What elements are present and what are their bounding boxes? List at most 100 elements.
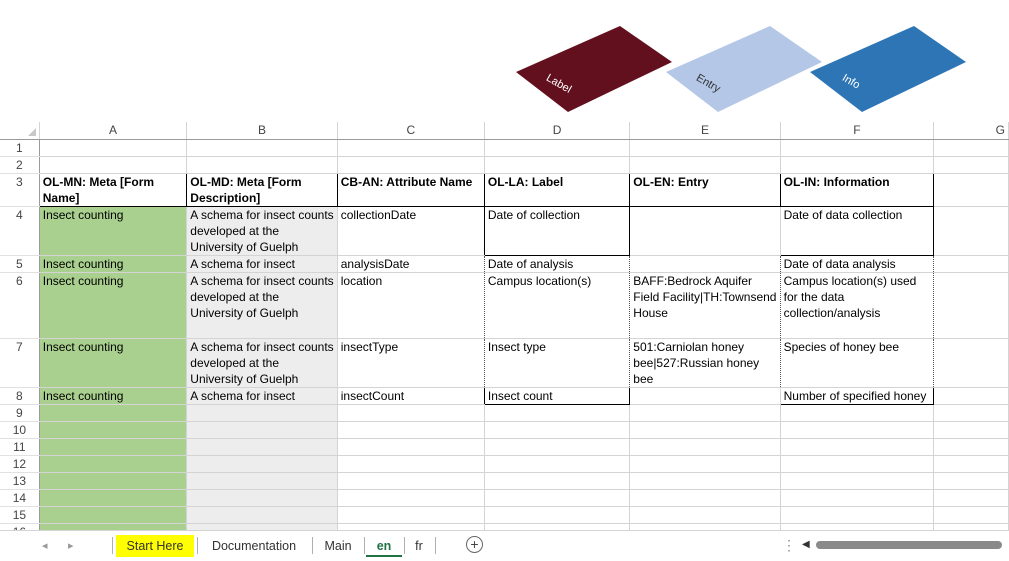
- cell-b7[interactable]: A schema for insect counts developed at …: [186, 338, 338, 388]
- row-header-7[interactable]: 7: [0, 338, 40, 388]
- cell-a5[interactable]: Insect counting: [39, 255, 188, 273]
- cell-g15[interactable]: [933, 506, 1009, 524]
- cell-a9[interactable]: [39, 404, 188, 422]
- cell-f13[interactable]: [780, 472, 935, 490]
- column-header-g[interactable]: G: [933, 122, 1009, 140]
- cell-c9[interactable]: [337, 404, 485, 422]
- cell-d6[interactable]: Campus location(s): [484, 272, 631, 339]
- cell-a3[interactable]: OL-MN: Meta [Form Name]: [38, 172, 188, 207]
- cell-a8[interactable]: Insect counting: [39, 387, 188, 405]
- cell-e9[interactable]: [629, 404, 781, 422]
- cell-d14[interactable]: [484, 489, 631, 507]
- cell-g12[interactable]: [933, 455, 1009, 473]
- cell-d8[interactable]: Insect count: [483, 386, 631, 405]
- column-header-b[interactable]: B: [186, 122, 338, 140]
- cell-g4[interactable]: [933, 206, 1009, 256]
- cell-a4[interactable]: Insect counting: [39, 206, 188, 256]
- cell-a16[interactable]: [39, 523, 188, 530]
- cell-b5[interactable]: A schema for insect: [186, 255, 338, 273]
- cell-f9[interactable]: [780, 404, 935, 422]
- cell-g7[interactable]: [933, 338, 1009, 388]
- tab-start-here[interactable]: Start Here: [116, 535, 194, 557]
- label-shape[interactable]: Label: [516, 22, 676, 112]
- next-sheet-icon[interactable]: ▸: [68, 539, 74, 552]
- cell-a14[interactable]: [39, 489, 188, 507]
- cell-b1[interactable]: [186, 139, 338, 157]
- cell-a2[interactable]: [39, 156, 188, 174]
- column-header-f[interactable]: F: [780, 122, 935, 140]
- tab-fr[interactable]: fr: [405, 535, 433, 557]
- cell-c2[interactable]: [337, 156, 485, 174]
- add-sheet-icon[interactable]: +: [466, 536, 483, 553]
- horizontal-scrollbar[interactable]: [816, 541, 1002, 549]
- cell-e10[interactable]: [629, 421, 781, 439]
- cell-b15[interactable]: [186, 506, 338, 524]
- row-header-14[interactable]: 14: [0, 489, 40, 507]
- row-header-15[interactable]: 15: [0, 506, 40, 524]
- cell-d1[interactable]: [484, 139, 631, 157]
- cell-e15[interactable]: [629, 506, 781, 524]
- row-header-3[interactable]: 3: [0, 173, 40, 207]
- column-header-e[interactable]: E: [629, 122, 781, 140]
- cell-a11[interactable]: [39, 438, 188, 456]
- cell-f12[interactable]: [780, 455, 935, 473]
- column-header-d[interactable]: D: [484, 122, 631, 140]
- cell-g8[interactable]: [933, 387, 1009, 405]
- cell-b9[interactable]: [186, 404, 338, 422]
- cell-g3[interactable]: [933, 173, 1009, 207]
- cell-d13[interactable]: [484, 472, 631, 490]
- cell-g9[interactable]: [933, 404, 1009, 422]
- cell-c15[interactable]: [337, 506, 485, 524]
- tab-documentation[interactable]: Documentation: [201, 535, 307, 557]
- cell-a10[interactable]: [39, 421, 188, 439]
- cell-c4[interactable]: collectionDate: [337, 206, 485, 256]
- cell-b2[interactable]: [186, 156, 338, 174]
- cell-f6[interactable]: Campus location(s) used for the data col…: [780, 272, 935, 339]
- cell-d9[interactable]: [484, 404, 631, 422]
- cell-f16[interactable]: [780, 523, 935, 530]
- row-header-16[interactable]: 16: [0, 523, 40, 530]
- cell-a7[interactable]: Insect counting: [39, 338, 188, 388]
- column-header-a[interactable]: A: [39, 122, 188, 140]
- row-header-10[interactable]: 10: [0, 421, 40, 439]
- cell-g6[interactable]: [933, 272, 1009, 339]
- cell-e4[interactable]: [629, 206, 781, 256]
- cell-f15[interactable]: [780, 506, 935, 524]
- cell-d15[interactable]: [484, 506, 631, 524]
- cell-g5[interactable]: [933, 255, 1009, 273]
- cell-a15[interactable]: [39, 506, 188, 524]
- cell-e3[interactable]: OL-EN: Entry: [629, 172, 781, 207]
- cell-f5[interactable]: Date of data analysis: [780, 255, 935, 273]
- cell-f7[interactable]: Species of honey bee: [780, 338, 935, 388]
- cell-c5[interactable]: analysisDate: [337, 255, 485, 273]
- cell-e8[interactable]: [629, 387, 781, 405]
- cell-e1[interactable]: [629, 139, 781, 157]
- row-header-2[interactable]: 2: [0, 156, 40, 174]
- tab-en[interactable]: en: [366, 535, 402, 557]
- cell-e7[interactable]: 501:Carniolan honey bee|527:Russian hone…: [629, 338, 781, 388]
- cell-f10[interactable]: [780, 421, 935, 439]
- cell-g11[interactable]: [933, 438, 1009, 456]
- row-header-11[interactable]: 11: [0, 438, 40, 456]
- cell-c14[interactable]: [337, 489, 485, 507]
- cell-c12[interactable]: [337, 455, 485, 473]
- cell-e2[interactable]: [629, 156, 781, 174]
- row-header-1[interactable]: 1: [0, 139, 40, 157]
- row-header-5[interactable]: 5: [0, 255, 40, 273]
- cell-e13[interactable]: [629, 472, 781, 490]
- cell-d7[interactable]: Insect type: [484, 338, 631, 388]
- cell-d12[interactable]: [484, 455, 631, 473]
- cell-d3[interactable]: OL-LA: Label: [483, 172, 631, 207]
- cell-g2[interactable]: [933, 156, 1009, 174]
- cell-f14[interactable]: [780, 489, 935, 507]
- cell-c3[interactable]: CB-AN: Attribute Name: [336, 172, 485, 207]
- cell-c11[interactable]: [337, 438, 485, 456]
- column-header-c[interactable]: C: [337, 122, 485, 140]
- cell-b3[interactable]: OL-MD: Meta [Form Description]: [186, 172, 338, 207]
- cell-g14[interactable]: [933, 489, 1009, 507]
- cell-d2[interactable]: [484, 156, 631, 174]
- cell-g13[interactable]: [933, 472, 1009, 490]
- worksheet-grid[interactable]: A B C D E F G 1 2 3 OL-MN: Meta [Form Na…: [0, 122, 1009, 530]
- cell-d11[interactable]: [484, 438, 631, 456]
- select-all-corner[interactable]: [0, 122, 40, 140]
